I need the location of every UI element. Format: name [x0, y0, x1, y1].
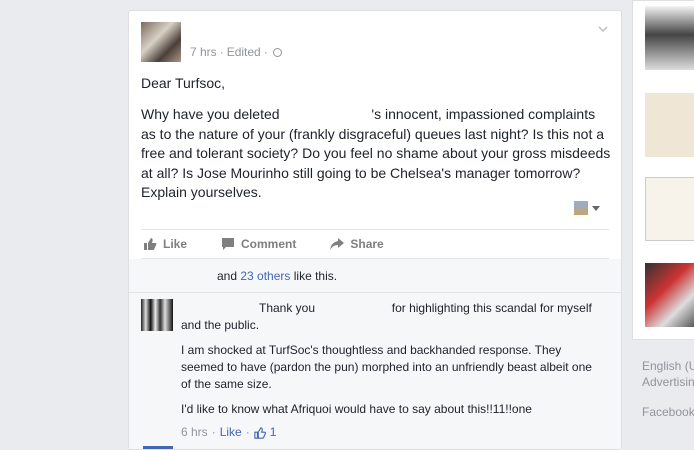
post-greeting: Dear Turfsoc, [141, 75, 226, 91]
ad-image-3[interactable] [645, 177, 694, 241]
author-avatar[interactable] [141, 22, 181, 62]
share-label: Share [350, 237, 384, 251]
facebook-copyright: Facebook [642, 405, 694, 419]
thumbs-up-icon [254, 426, 266, 439]
post-text-before: Why have you deleted [141, 106, 284, 123]
commenter-avatar[interactable] [141, 299, 173, 331]
comment-icon [222, 238, 235, 250]
comment-footer: 6 hrs · Like · 1 [181, 424, 601, 441]
comment-paragraph-2: I am shocked at TurfSoc's thoughtless an… [181, 343, 592, 391]
sponsored-card [632, 0, 694, 340]
likes-others-link[interactable]: 23 others [240, 269, 290, 283]
likes-suffix: like this. [290, 269, 338, 283]
page-thumbnail-icon [574, 201, 588, 215]
caret-down-icon [592, 205, 600, 211]
feedback-section: and 23 others like this. Thank you for h… [129, 259, 621, 449]
footer-links: English (U Advertisin Facebook [642, 358, 694, 420]
ad-image-1[interactable] [645, 6, 694, 70]
likes-prefix: and [217, 269, 241, 283]
comment-part-2: for highlighting this scandal for myself… [181, 301, 592, 332]
edited-label[interactable]: Edited [227, 45, 261, 59]
divider [129, 292, 621, 293]
comment-part-1: Thank you [259, 301, 316, 315]
post-time[interactable]: 7 hrs [190, 45, 217, 59]
share-icon [330, 238, 345, 250]
comment-button[interactable]: Comment [221, 237, 296, 251]
share-button[interactable]: Share [330, 237, 384, 251]
globe-icon[interactable] [272, 47, 282, 57]
post-paragraph: Why have you deleted 's innocent, impass… [141, 105, 611, 202]
post-meta: 7 hrs · Edited · [190, 45, 282, 59]
like-label: Like [163, 237, 188, 251]
like-button[interactable]: Like [143, 237, 187, 251]
comment: Thank you for highlighting this scandal … [181, 300, 601, 441]
comment-sep-2: · [245, 425, 250, 439]
advertising-link[interactable]: Advertisin [642, 374, 694, 390]
chevron-down-icon[interactable] [597, 23, 609, 35]
language-link[interactable]: English (U [642, 358, 694, 374]
meta-separator: · [219, 45, 224, 59]
ad-image-4[interactable] [645, 263, 694, 327]
comment-paragraph-3: I'd like to know what Afriquoi would hav… [181, 402, 532, 416]
action-bar: Like Comment Share [141, 229, 609, 259]
post-attachment-selector[interactable] [574, 201, 600, 215]
reply-box-edge [143, 446, 173, 449]
comment-time[interactable]: 6 hrs [181, 424, 208, 441]
right-sidebar: English (U Advertisin Facebook [632, 0, 694, 441]
comment-like-link[interactable]: Like [220, 424, 242, 441]
likes-summary: and 23 others like this. [217, 269, 337, 283]
comment-label: Comment [241, 237, 297, 251]
comment-sep: · [211, 425, 216, 439]
comment-paragraph-1: Thank you for highlighting this scandal … [181, 300, 601, 334]
comment-like-count[interactable]: 1 [270, 424, 277, 441]
meta-separator-2: · [263, 45, 268, 59]
ad-image-2[interactable] [645, 93, 694, 157]
thumbs-up-icon [144, 238, 157, 250]
post-card: 7 hrs · Edited · Dear Turfsoc, Why have … [128, 10, 622, 450]
post-body: Dear Turfsoc, Why have you deleted 's in… [141, 74, 611, 214]
